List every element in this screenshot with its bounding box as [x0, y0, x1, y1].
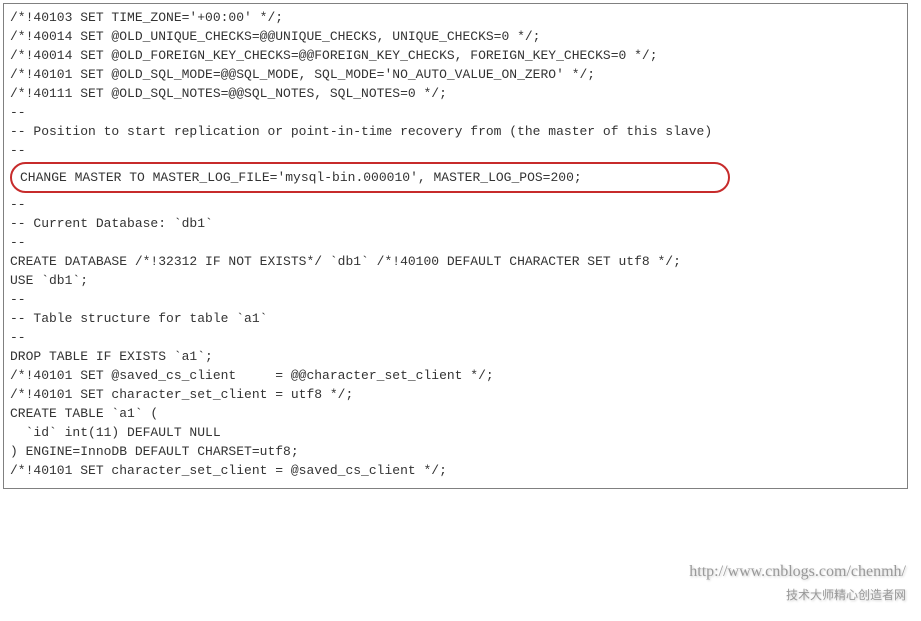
watermark-url: http://www.cnblogs.com/chenmh/ — [689, 563, 906, 580]
code-line-highlighted: CHANGE MASTER TO MASTER_LOG_FILE='mysql-… — [20, 168, 720, 187]
code-line: -- — [10, 233, 901, 252]
watermark-extra: 技术大师精心创造者网 — [786, 588, 906, 602]
code-line: /*!40014 SET @OLD_FOREIGN_KEY_CHECKS=@@F… — [10, 46, 901, 65]
code-line: /*!40101 SET character_set_client = @sav… — [10, 461, 901, 480]
code-block-border: /*!40103 SET TIME_ZONE='+00:00' */; /*!4… — [3, 3, 908, 489]
code-line: /*!40101 SET character_set_client = utf8… — [10, 385, 901, 404]
code-line: -- Position to start replication or poin… — [10, 122, 901, 141]
code-line: -- Table structure for table `a1` — [10, 309, 901, 328]
code-line: -- — [10, 103, 901, 122]
code-line: /*!40101 SET @saved_cs_client = @@charac… — [10, 366, 901, 385]
code-line: USE `db1`; — [10, 271, 901, 290]
watermark: http://www.cnblogs.com/chenmh/ 技术大师精心创造者… — [689, 561, 906, 606]
code-line: /*!40101 SET @OLD_SQL_MODE=@@SQL_MODE, S… — [10, 65, 901, 84]
highlighted-change-master-statement: CHANGE MASTER TO MASTER_LOG_FILE='mysql-… — [10, 162, 730, 193]
code-line: -- — [10, 328, 901, 347]
code-line: `id` int(11) DEFAULT NULL — [10, 423, 901, 442]
code-line: -- — [10, 290, 901, 309]
code-line: -- Current Database: `db1` — [10, 214, 901, 233]
code-line: CREATE TABLE `a1` ( — [10, 404, 901, 423]
code-line: ) ENGINE=InnoDB DEFAULT CHARSET=utf8; — [10, 442, 901, 461]
code-line: -- — [10, 195, 901, 214]
code-line: /*!40103 SET TIME_ZONE='+00:00' */; — [10, 8, 901, 27]
code-line: /*!40111 SET @OLD_SQL_NOTES=@@SQL_NOTES,… — [10, 84, 901, 103]
code-line: CREATE DATABASE /*!32312 IF NOT EXISTS*/… — [10, 252, 901, 271]
document-container: /*!40103 SET TIME_ZONE='+00:00' */; /*!4… — [0, 0, 921, 621]
code-line: -- — [10, 141, 901, 160]
code-line: DROP TABLE IF EXISTS `a1`; — [10, 347, 901, 366]
code-line: /*!40014 SET @OLD_UNIQUE_CHECKS=@@UNIQUE… — [10, 27, 901, 46]
